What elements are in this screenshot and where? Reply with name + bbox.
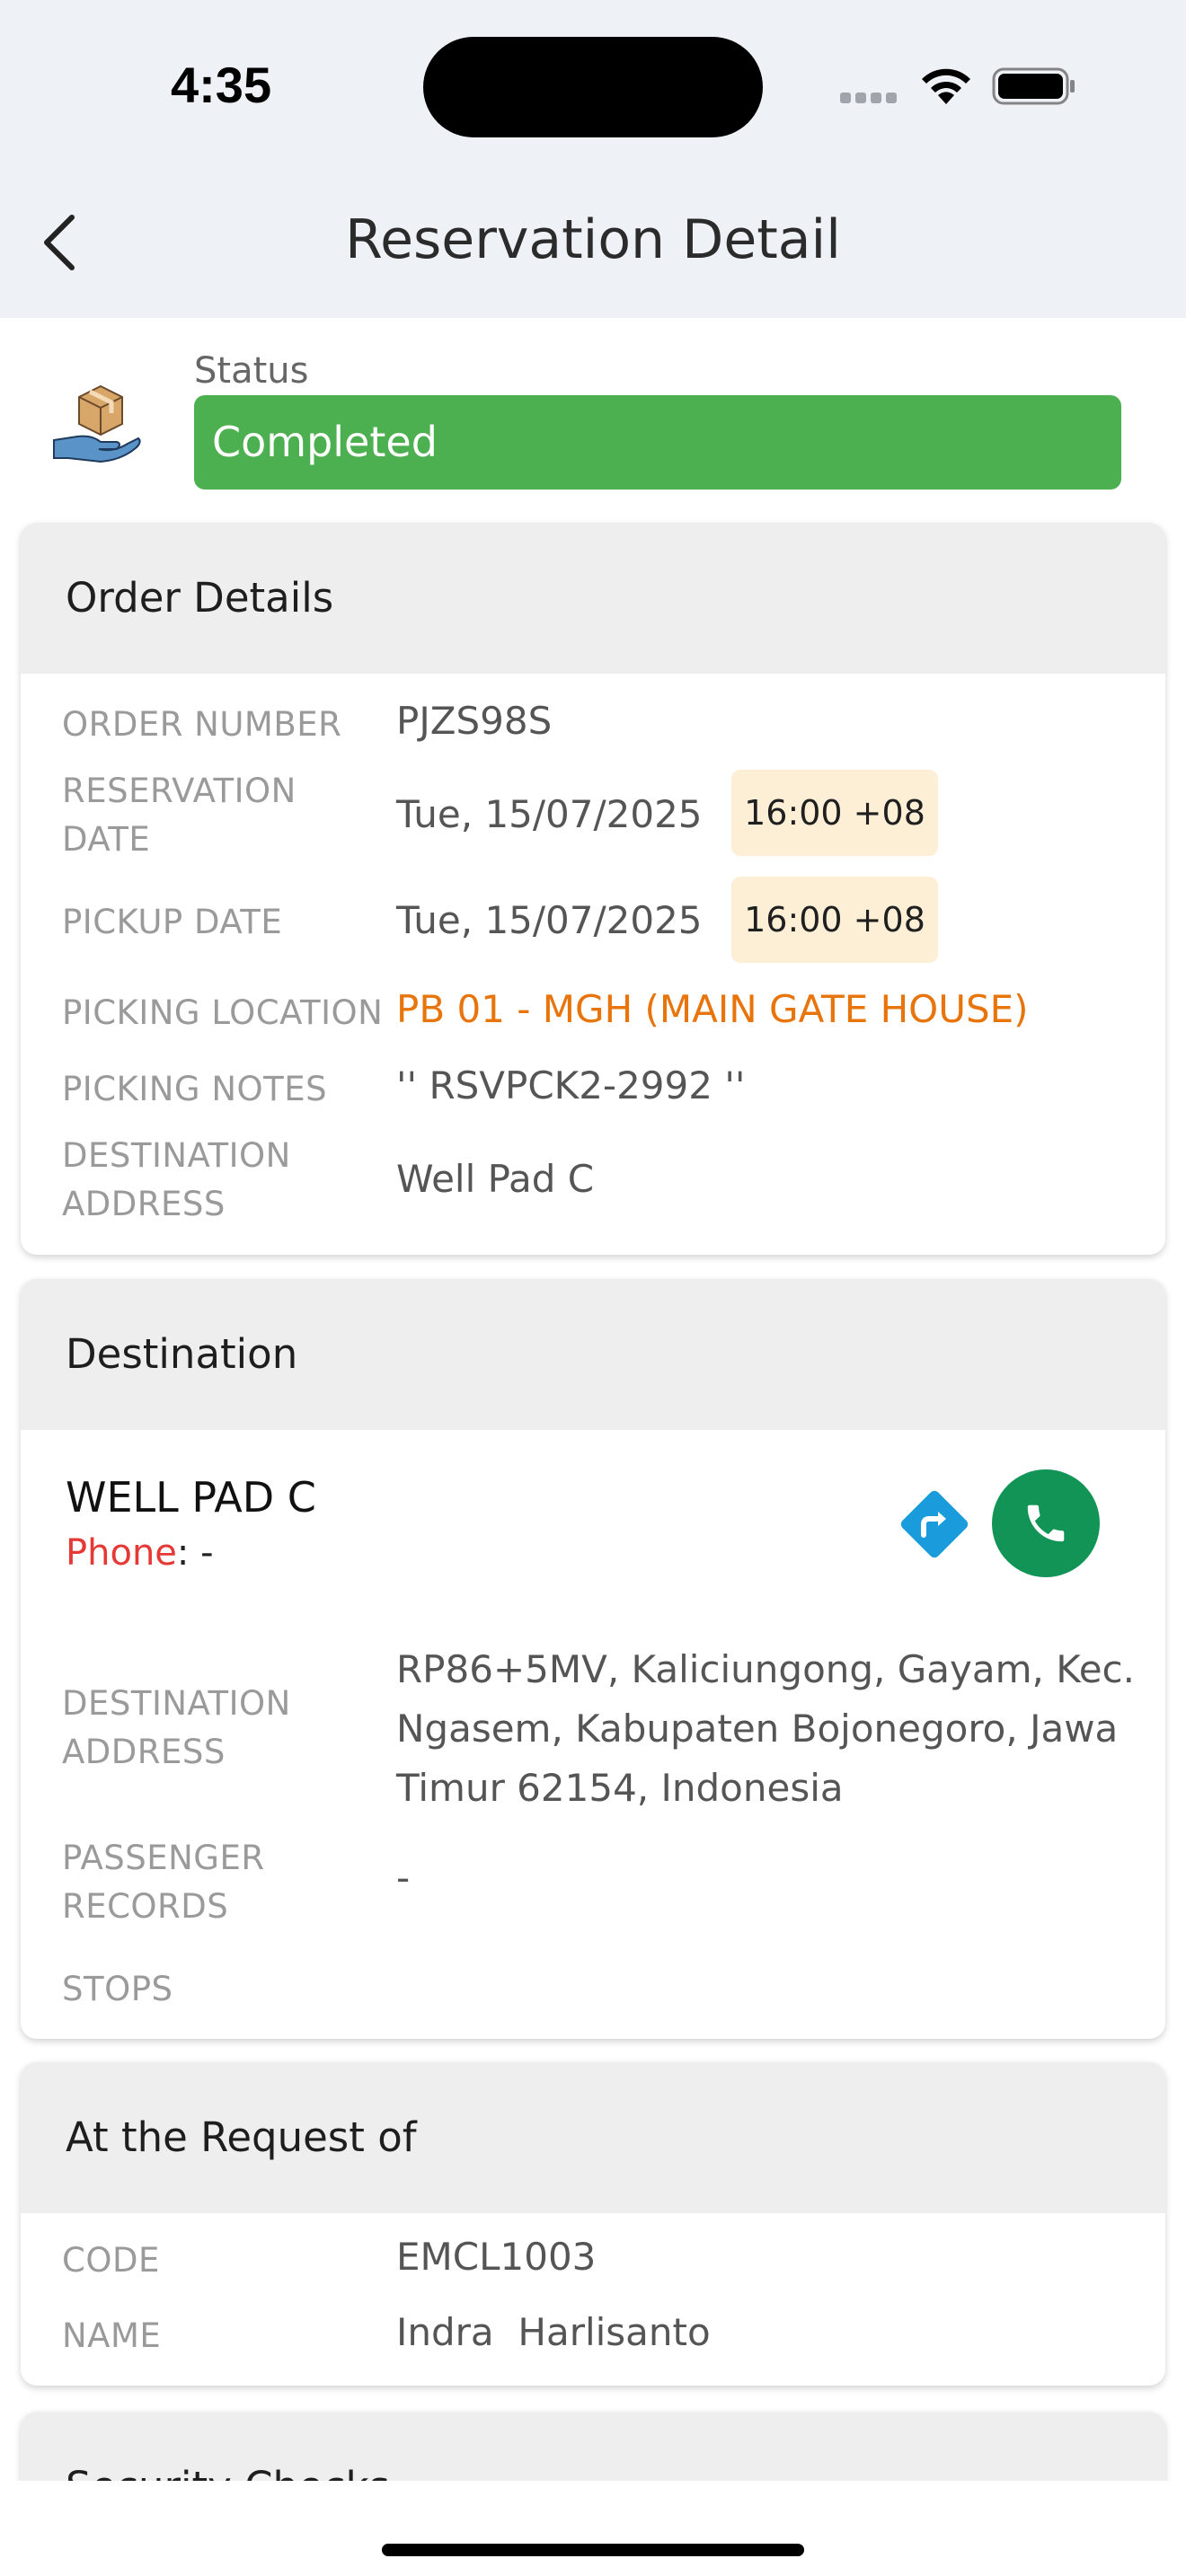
requester-name-value: Indra Harlisanto [396, 2310, 711, 2354]
top-bar: 4:35 Reservation Detail [0, 0, 1186, 318]
picking-notes-label: PICKING NOTES [62, 1070, 328, 1108]
reservation-date-label: RESERVATION DATE [62, 772, 296, 859]
bottom-safe-area [0, 2481, 1186, 2576]
pickup-time-badge: 16:00 +08 [731, 877, 938, 963]
requester-name-label: NAME [62, 2316, 162, 2355]
stops-label: STOPS [62, 1970, 173, 2008]
directions-icon[interactable] [895, 1485, 974, 1564]
package-hand-icon [53, 384, 141, 463]
picking-location-value[interactable]: PB 01 - MGH (MAIN GATE HOUSE) [396, 985, 1029, 1034]
phone-icon [1027, 1504, 1065, 1542]
passenger-records-value: - [396, 1856, 411, 1900]
reservation-time-badge: 16:00 +08 [731, 770, 938, 856]
battery-icon [992, 67, 1075, 105]
destination-address-label: DESTINATION ADDRESS [62, 1136, 291, 1223]
phone-label: Phone [66, 1532, 177, 1574]
phone-value: : - [176, 1532, 214, 1574]
order-number-value: PJZS98S [396, 699, 553, 743]
requester-code-value: EMCL1003 [396, 2235, 597, 2279]
dest-address-label: DESTINATION ADDRESS [62, 1684, 291, 1771]
status-label: Status [194, 350, 309, 392]
status-badge: Completed [194, 395, 1121, 490]
status-time: 4:35 [171, 57, 272, 113]
requester-header: At the Request of [21, 2062, 1165, 2213]
pickup-date-label: PICKUP DATE [62, 903, 283, 941]
dest-address-value: RP86+5MV, Kaliciungong, Gayam, Kec. Ngas… [396, 1647, 1135, 1810]
cellular-signal-icon [840, 90, 901, 103]
requester-code-label: CODE [62, 2241, 160, 2280]
dynamic-island [423, 37, 763, 137]
picking-location-label: PICKING LOCATION [62, 993, 384, 1032]
home-indicator[interactable] [382, 2544, 804, 2556]
wifi-icon [922, 68, 970, 104]
destination-header: Destination [21, 1279, 1165, 1430]
call-button[interactable] [992, 1469, 1100, 1577]
page-title: Reservation Detail [345, 208, 841, 271]
destination-phone: Phone: - [66, 1532, 214, 1574]
reservation-date-value: Tue, 15/07/2025 [396, 792, 703, 836]
destination-name: WELL PAD C [66, 1473, 316, 1522]
passenger-records-label: PASSENGER RECORDS [62, 1839, 265, 1926]
order-number-label: ORDER NUMBER [62, 705, 342, 744]
pickup-date-value: Tue, 15/07/2025 [396, 898, 703, 942]
order-details-header: Order Details [21, 523, 1165, 674]
picking-notes-value: '' RSVPCK2-2992 '' [396, 1063, 746, 1107]
destination-address-value: Well Pad C [396, 1157, 595, 1201]
